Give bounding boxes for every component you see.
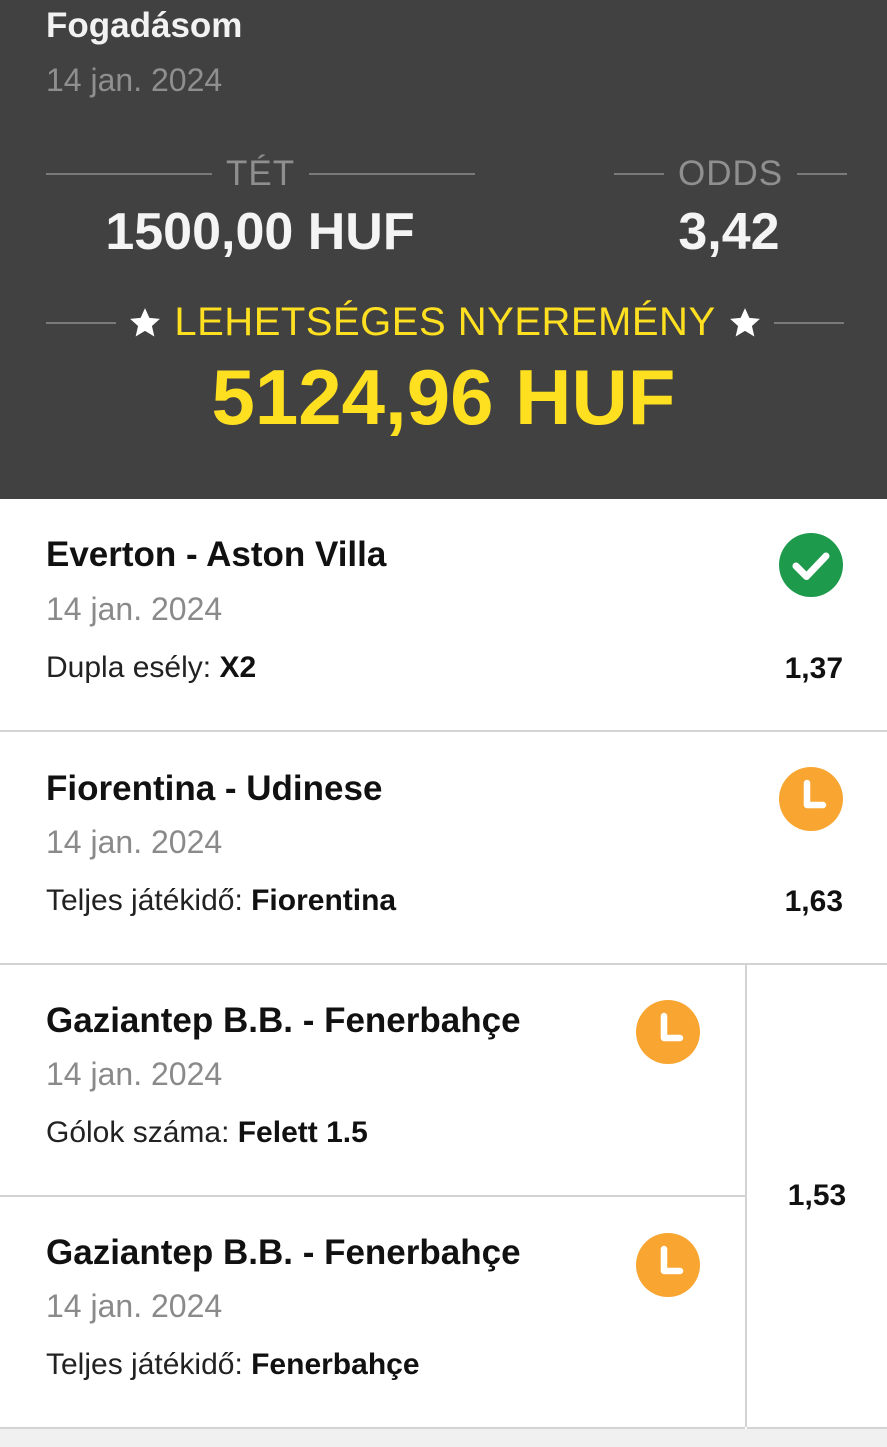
selection: Dupla esély: X2 <box>46 651 256 685</box>
match-name: Everton - Aston Villa <box>46 535 387 574</box>
selection: Gólok száma: Felett 1.5 <box>46 1116 368 1150</box>
bet-item[interactable]: Fiorentina - Udinese 14 jan. 2024 Teljes… <box>0 732 887 965</box>
divider <box>309 173 476 175</box>
divider <box>46 321 117 324</box>
pick: Fenerbahçe <box>251 1348 420 1381</box>
match-name: Gaziantep B.B. - Fenerbahçe <box>46 1233 521 1272</box>
pick: Felett 1.5 <box>237 1116 368 1149</box>
footer-strip <box>0 1429 887 1447</box>
clock-icon <box>635 999 701 1065</box>
match-date: 14 jan. 2024 <box>46 591 223 627</box>
page-title: Fogadásom <box>46 6 243 45</box>
match-name: Gaziantep B.B. - Fenerbahçe <box>46 1001 521 1040</box>
selection-odds: 1,63 <box>784 885 843 918</box>
clock-icon <box>635 1232 701 1298</box>
star-icon <box>130 307 161 336</box>
divider <box>773 321 844 324</box>
odds-label-row: ODDS <box>614 154 848 194</box>
check-circle-icon <box>778 532 844 598</box>
divider <box>614 173 664 175</box>
clock-icon <box>778 766 844 832</box>
market-label: Teljes játékidő: <box>46 1348 252 1381</box>
bet-item[interactable]: Gaziantep B.B. - Fenerbahçe 14 jan. 2024… <box>0 965 745 1197</box>
divider <box>797 173 848 175</box>
pick: Fiorentina <box>251 884 397 917</box>
market-label: Dupla esély: <box>46 651 220 684</box>
pick: X2 <box>219 651 257 684</box>
odds-label: ODDS <box>678 154 784 193</box>
match-date: 14 jan. 2024 <box>46 1288 223 1324</box>
star-icon <box>729 307 760 336</box>
stake-label: TÉT <box>226 154 296 193</box>
match-date: 14 jan. 2024 <box>46 824 223 860</box>
combined-odds: 1,53 <box>787 1179 847 1212</box>
bet-item[interactable]: Gaziantep B.B. - Fenerbahçe 14 jan. 2024… <box>0 1197 745 1429</box>
bet-summary-header: Fogadásom 14 jan. 2024 TÉT 1500,00 HUF O… <box>0 0 887 499</box>
potential-win-label-row: LEHETSÉGES NYEREMÉNY <box>46 300 844 345</box>
selection: Teljes játékidő: Fiorentina <box>46 884 396 918</box>
selection-odds: 1,37 <box>784 652 843 685</box>
selection: Teljes játékidő: Fenerbahçe <box>46 1348 420 1382</box>
bet-item[interactable]: Everton - Aston Villa 14 jan. 2024 Dupla… <box>0 499 887 732</box>
combined-odds-cell: 1,53 <box>747 965 887 1429</box>
match-name: Fiorentina - Udinese <box>46 769 383 808</box>
divider <box>46 173 212 175</box>
match-date: 14 jan. 2024 <box>46 1056 223 1092</box>
market-label: Gólok száma: <box>46 1116 238 1149</box>
potential-win-label: LEHETSÉGES NYEREMÉNY <box>174 300 716 344</box>
market-label: Teljes játékidő: <box>46 884 252 917</box>
odds-value: 3,42 <box>678 203 780 261</box>
bet-date: 14 jan. 2024 <box>46 62 223 98</box>
stake-label-row: TÉT <box>46 154 476 194</box>
stake-value: 1500,00 HUF <box>105 203 415 261</box>
potential-win-amount: 5124,96 HUF <box>211 353 676 441</box>
